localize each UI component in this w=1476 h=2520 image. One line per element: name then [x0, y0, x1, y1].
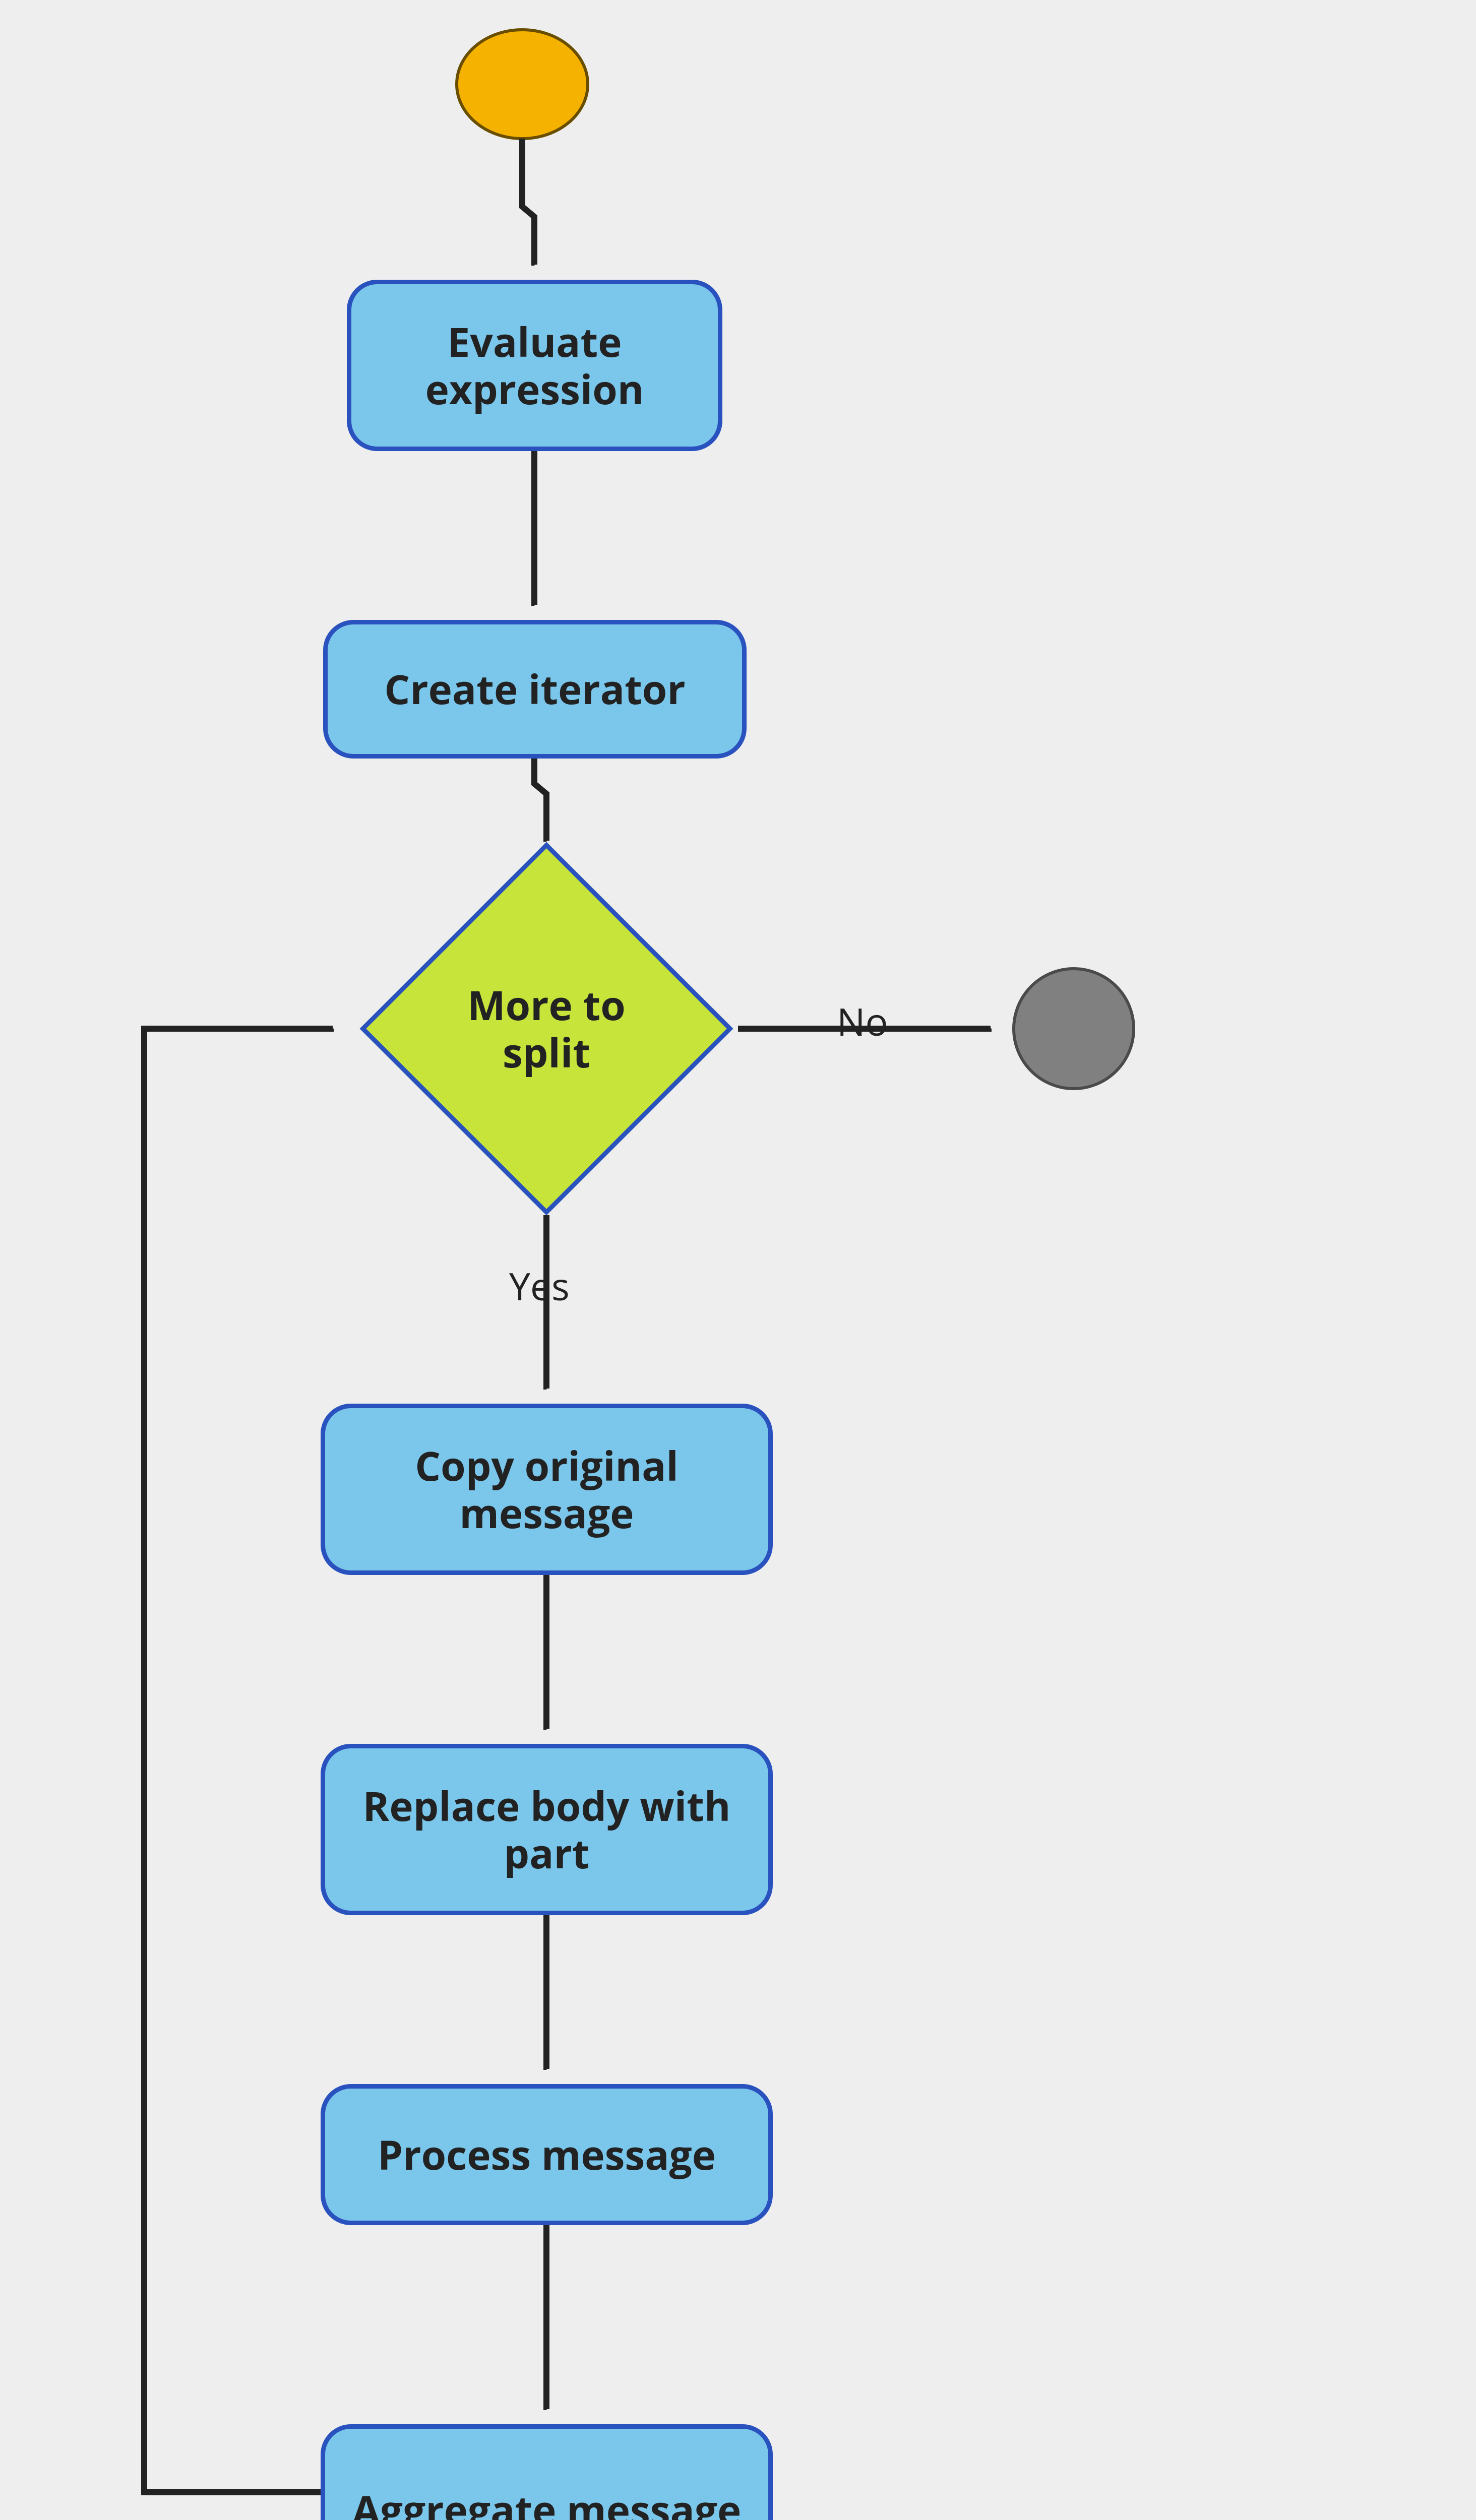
node-label: Aggregate message	[352, 2486, 742, 2520]
edge-start-to-evaluate	[522, 139, 534, 265]
node-create-iterator: Create iterator	[323, 620, 747, 759]
node-decision-more-to-split: More to split	[360, 842, 733, 1215]
node-label: Evaluate expression	[366, 318, 703, 413]
node-replace-body-with-part: Replace body with part	[321, 1744, 773, 1915]
end-node	[1014, 969, 1134, 1089]
node-label: Copy original message	[340, 1442, 753, 1537]
edge-label-no: No	[837, 995, 888, 1047]
node-evaluate-expression: Evaluate expression	[347, 280, 722, 451]
node-copy-original-message: Copy original message	[321, 1404, 773, 1575]
node-label: Create iterator	[384, 665, 685, 713]
edge-label-yes: Yes	[509, 1260, 570, 1311]
node-process-message: Process message	[321, 2084, 773, 2225]
node-label: Process message	[378, 2131, 716, 2178]
node-label: More to split	[360, 842, 733, 1215]
node-aggregate-message: Aggregate message	[321, 2424, 773, 2520]
edge-iterator-to-decision	[534, 759, 546, 841]
flowchart-canvas: Evaluate expression Create iterator More…	[0, 0, 1476, 2520]
edge-aggregate-loopback	[144, 1029, 333, 2492]
start-node	[457, 30, 588, 139]
node-label: Replace body with part	[340, 1782, 753, 1877]
